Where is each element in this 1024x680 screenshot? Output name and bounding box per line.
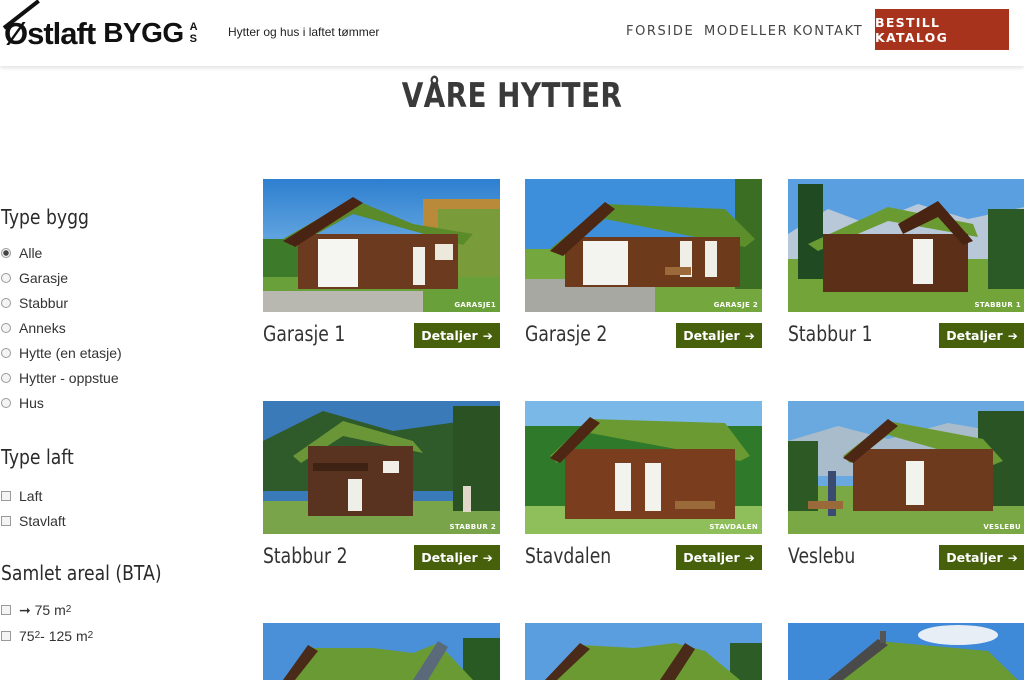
filter-option-stavlaft[interactable]: Stavlaft (1, 508, 221, 533)
radio-icon[interactable] (1, 372, 11, 383)
nav-forside[interactable]: FORSIDE (626, 24, 694, 39)
arrow-right-icon: ➔ (482, 328, 493, 343)
filter-option-alle[interactable]: Alle (1, 240, 221, 265)
radio-icon[interactable] (1, 297, 11, 308)
filter-group-areal: Samlet areal (BTA) ➞ 75 m2 75 2 - 125 m2 (1, 561, 221, 649)
logo-bygg: BYGG (103, 17, 184, 48)
arrow-right-icon: ➔ (1007, 550, 1018, 565)
model-name: Garasje 2 (525, 322, 608, 346)
filter-option-hytte-en-etasje[interactable]: Hytte (en etasje) (1, 340, 221, 365)
filter-option-area-upto-75[interactable]: ➞ 75 m2 (1, 597, 221, 623)
model-name: Stabbur 2 (263, 544, 348, 568)
filter-option-garasje[interactable]: Garasje (1, 265, 221, 290)
logo-as: A S (189, 21, 198, 45)
checkbox-icon[interactable] (1, 605, 11, 615)
model-card-garasje-2[interactable]: GARASJE 2 Garasje 2 Detaljer ➔ (525, 179, 762, 348)
image-watermark: VESLEBU (983, 523, 1021, 531)
model-image[interactable]: STABBUR 2 (263, 401, 500, 534)
checkbox-icon[interactable] (1, 631, 11, 641)
filter-sidebar: Type bygg Alle Garasje Stabbur Anneks Hy… (1, 205, 221, 649)
filter-option-hus[interactable]: Hus (1, 390, 221, 415)
filter-group-type-laft: Type laft Laft Stavlaft (1, 445, 221, 533)
filter-group-type-bygg: Type bygg Alle Garasje Stabbur Anneks Hy… (1, 205, 221, 415)
checkbox-icon[interactable] (1, 515, 11, 526)
image-watermark: STAVDALEN (709, 523, 758, 531)
details-button[interactable]: Detaljer ➔ (676, 323, 762, 348)
filter-option-area-75-125[interactable]: 75 2 - 125 m2 (1, 623, 221, 649)
filter-heading-areal: Samlet areal (BTA) (1, 561, 162, 585)
image-watermark: GARASJE 2 (713, 301, 758, 309)
filter-option-anneks[interactable]: Anneks (1, 315, 221, 340)
model-image[interactable] (263, 623, 500, 680)
model-name: Garasje 1 (263, 322, 346, 346)
model-card-row3-1[interactable] (263, 623, 500, 680)
model-name: Veslebu (788, 544, 856, 568)
model-card-stabbur-1[interactable]: STABBUR 1 Stabbur 1 Detaljer ➔ (788, 179, 1024, 348)
model-card-stabbur-2[interactable]: STABBUR 2 Stabbur 2 Detaljer ➔ (263, 401, 500, 570)
ostlaft-logo[interactable]: Østlaft BYGG A S (2, 0, 198, 54)
nav-kontakt[interactable]: KONTAKT (793, 24, 863, 39)
filter-option-stabbur[interactable]: Stabbur (1, 290, 221, 315)
details-button[interactable]: Detaljer ➔ (414, 323, 500, 348)
arrow-right-icon: ➔ (1007, 328, 1018, 343)
model-image[interactable] (788, 623, 1024, 680)
model-card-veslebu[interactable]: VESLEBU Veslebu Detaljer ➔ (788, 401, 1024, 570)
model-card-row3-2[interactable] (525, 623, 762, 680)
radio-icon[interactable] (1, 322, 11, 333)
model-image[interactable]: STAVDALEN (525, 401, 762, 534)
model-name: Stabbur 1 (788, 322, 873, 346)
filter-option-laft[interactable]: Laft (1, 483, 221, 508)
nav-modeller[interactable]: MODELLER (704, 24, 788, 39)
model-image[interactable]: GARASJE 2 (525, 179, 762, 312)
filter-heading-type-bygg: Type bygg (1, 205, 89, 229)
filter-option-hytter-oppstue[interactable]: Hytter - oppstue (1, 365, 221, 390)
checkbox-icon[interactable] (1, 490, 11, 501)
model-image[interactable]: GARASJE1 (263, 179, 500, 312)
model-image[interactable]: STABBUR 1 (788, 179, 1024, 312)
tagline: Hytter og hus i laftet tømmer (228, 25, 380, 39)
radio-icon[interactable] (1, 397, 11, 408)
model-card-row3-3[interactable] (788, 623, 1024, 680)
model-image[interactable]: VESLEBU (788, 401, 1024, 534)
details-button[interactable]: Detaljer ➔ (939, 323, 1024, 348)
details-button[interactable]: Detaljer ➔ (676, 545, 762, 570)
radio-icon[interactable] (1, 347, 11, 358)
image-watermark: STABBUR 2 (449, 523, 496, 531)
details-button[interactable]: Detaljer ➔ (939, 545, 1024, 570)
radio-icon[interactable] (1, 272, 11, 283)
image-watermark: GARASJE1 (454, 301, 496, 309)
arrow-right-icon: ➔ (482, 550, 493, 565)
model-card-garasje-1[interactable]: GARASJE1 Garasje 1 Detaljer ➔ (263, 179, 500, 348)
logo-wordmark: Østlaft (2, 0, 96, 49)
radio-icon[interactable] (1, 247, 11, 258)
model-name: Stavdalen (525, 544, 612, 568)
model-image[interactable] (525, 623, 762, 680)
arrow-right-icon: ➔ (744, 328, 755, 343)
page-title: VÅRE HYTTER (401, 76, 623, 116)
filter-heading-type-laft: Type laft (1, 445, 74, 469)
arrow-right-icon: ➔ (744, 550, 755, 565)
model-card-stavdalen[interactable]: STAVDALEN Stavdalen Detaljer ➔ (525, 401, 762, 570)
order-catalog-button[interactable]: BESTILL KATALOG (875, 9, 1009, 50)
image-watermark: STABBUR 1 (974, 301, 1021, 309)
site-header: Østlaft BYGG A S Hytter og hus i laftet … (0, 0, 1024, 66)
details-button[interactable]: Detaljer ➔ (414, 545, 500, 570)
